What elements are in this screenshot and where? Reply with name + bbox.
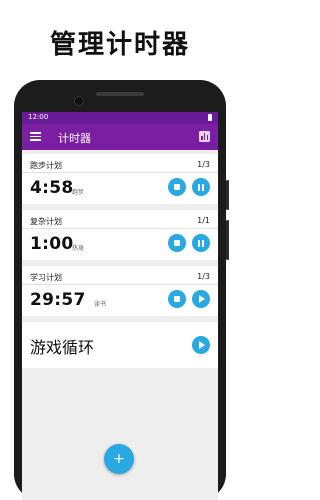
volume-button <box>226 220 229 260</box>
front-camera <box>74 96 84 106</box>
divider <box>22 284 218 285</box>
timer-name: 学习计划 <box>30 273 62 282</box>
divider <box>22 228 218 229</box>
phone-frame: 12:00 计时器 跑步计划 1/3 4:58 跑步 复杂计划 1/1 1:00… <box>14 80 229 500</box>
timer-time: 1:00 <box>30 234 74 254</box>
timer-card[interactable]: 学习计划 1/3 29:57 读书 <box>22 266 218 316</box>
add-icon: + <box>113 451 125 467</box>
timer-name: 复杂计划 <box>30 217 62 226</box>
stop-icon <box>174 184 180 190</box>
phone-screen: 12:00 计时器 跑步计划 1/3 4:58 跑步 复杂计划 1/1 1:00… <box>22 112 218 500</box>
timer-card[interactable]: 复杂计划 1/1 1:00 热身 <box>22 210 218 260</box>
app-bar: 计时器 <box>22 124 218 150</box>
play-button[interactable] <box>192 336 210 354</box>
stop-icon <box>174 296 180 302</box>
timer-activity: 读书 <box>94 301 107 308</box>
stop-button[interactable] <box>168 234 186 252</box>
timer-activity: 热身 <box>72 245 85 252</box>
menu-icon[interactable] <box>30 132 41 141</box>
timer-time: 4:58 <box>30 178 74 198</box>
timer-name: 跑步计划 <box>30 161 62 170</box>
loop-item-card[interactable]: 游戏循环 <box>22 322 218 368</box>
play-icon <box>199 341 205 349</box>
battery-icon <box>208 114 212 121</box>
timer-card[interactable]: 跑步计划 1/3 4:58 跑步 <box>22 154 218 204</box>
stop-button[interactable] <box>168 290 186 308</box>
status-time: 12:00 <box>28 113 49 121</box>
promo-headline: 管理计时器 <box>49 30 190 60</box>
pause-button[interactable] <box>192 234 210 252</box>
power-button <box>226 180 229 210</box>
divider <box>22 172 218 173</box>
bar-chart-icon[interactable] <box>199 131 210 142</box>
pause-icon <box>198 239 204 247</box>
app-title: 计时器 <box>58 132 91 145</box>
stop-icon <box>174 240 180 246</box>
timer-time: 29:57 <box>30 290 86 310</box>
pause-button[interactable] <box>192 178 210 196</box>
timer-counter: 1/3 <box>197 160 210 169</box>
timer-counter: 1/3 <box>197 272 210 281</box>
play-icon <box>199 295 205 303</box>
play-button[interactable] <box>192 290 210 308</box>
pause-icon <box>198 183 204 191</box>
status-bar: 12:00 <box>22 112 218 124</box>
earpiece-speaker <box>96 92 144 96</box>
loop-item-title: 游戏循环 <box>30 338 95 357</box>
timer-counter: 1/1 <box>197 216 210 225</box>
add-timer-button[interactable]: + <box>104 444 134 474</box>
stop-button[interactable] <box>168 178 186 196</box>
timer-activity: 跑步 <box>72 189 85 196</box>
